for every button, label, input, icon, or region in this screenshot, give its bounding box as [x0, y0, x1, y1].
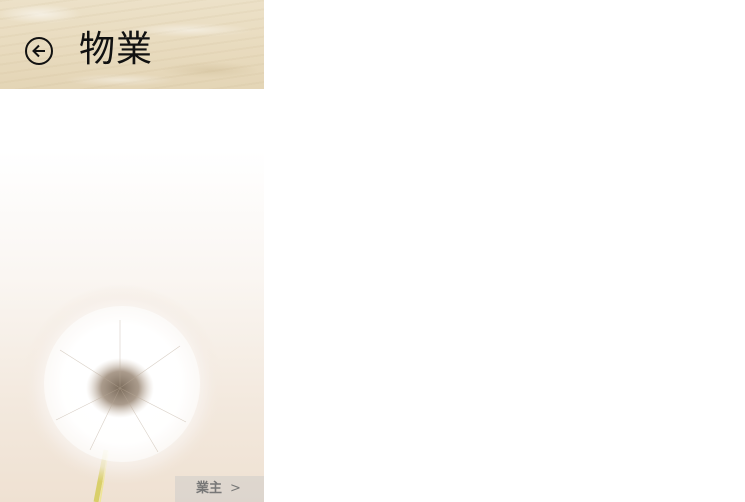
page-header: 物業 — [0, 0, 264, 89]
content-panel: 物業 業主 > — [0, 0, 264, 502]
dandelion-background-image — [22, 284, 222, 502]
arrow-left-circle-icon — [32, 44, 45, 58]
chevron-right-icon: > — [230, 481, 241, 496]
app-window: 物業 業主 > — [0, 0, 745, 502]
page-title: 物業 — [79, 29, 154, 70]
next-page-label: 業主 — [196, 481, 223, 496]
next-page-link-owner[interactable]: 業主 > — [175, 476, 264, 502]
back-button[interactable] — [25, 37, 53, 65]
